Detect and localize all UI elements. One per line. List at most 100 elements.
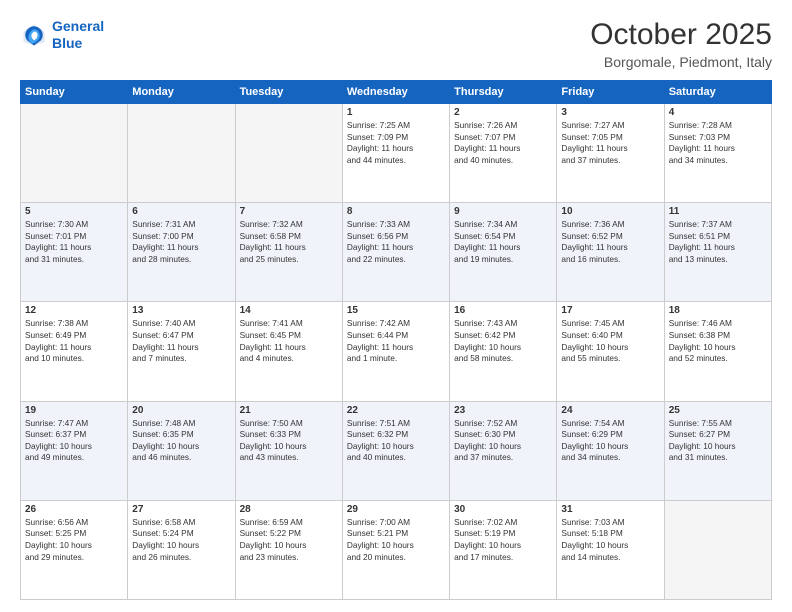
day-number: 6	[132, 206, 230, 217]
calendar-cell: 2 Sunrise: 7:26 AM Sunset: 7:07 PM Daylig…	[450, 104, 557, 203]
day-info: Sunrise: 7:36 AM Sunset: 6:52 PM Dayligh…	[561, 219, 659, 265]
day-info: Sunrise: 7:45 AM Sunset: 6:40 PM Dayligh…	[561, 318, 659, 364]
day-info: Sunrise: 7:30 AM Sunset: 7:01 PM Dayligh…	[25, 219, 123, 265]
calendar-cell: 27 Sunrise: 6:58 AM Sunset: 5:24 PM Dayli…	[128, 500, 235, 599]
day-info: Sunrise: 7:55 AM Sunset: 6:27 PM Dayligh…	[669, 418, 767, 464]
day-info: Sunrise: 7:31 AM Sunset: 7:00 PM Dayligh…	[132, 219, 230, 265]
calendar-cell: 30 Sunrise: 7:02 AM Sunset: 5:19 PM Dayli…	[450, 500, 557, 599]
calendar-cell: 12 Sunrise: 7:38 AM Sunset: 6:49 PM Dayli…	[21, 302, 128, 401]
day-info: Sunrise: 7:43 AM Sunset: 6:42 PM Dayligh…	[454, 318, 552, 364]
day-number: 22	[347, 405, 445, 416]
calendar-cell: 28 Sunrise: 6:59 AM Sunset: 5:22 PM Dayli…	[235, 500, 342, 599]
day-number: 13	[132, 305, 230, 316]
calendar-cell: 21Sunrise: 7:50 AM Sunset: 6:33 PM Dayli…	[235, 401, 342, 500]
day-number: 2	[454, 107, 552, 118]
day-info: Sunrise: 7:00 AM Sunset: 5:21 PM Dayligh…	[347, 517, 445, 563]
calendar-header-wednesday: Wednesday	[342, 81, 449, 104]
logo: General Blue	[20, 18, 104, 52]
day-number: 12	[25, 305, 123, 316]
calendar-week-row: 19 Sunrise: 7:47 AM Sunset: 6:37 PM Dayli…	[21, 401, 772, 500]
calendar-cell: 13 Sunrise: 7:40 AM Sunset: 6:47 PM Dayli…	[128, 302, 235, 401]
calendar-header-sunday: Sunday	[21, 81, 128, 104]
day-info: Sunrise: 7:47 AM Sunset: 6:37 PM Dayligh…	[25, 418, 123, 464]
day-info: Sunrise: 6:58 AM Sunset: 5:24 PM Dayligh…	[132, 517, 230, 563]
calendar-cell: 14Sunrise: 7:41 AM Sunset: 6:45 PM Dayli…	[235, 302, 342, 401]
calendar-cell: 18 Sunrise: 7:46 AM Sunset: 6:38 PM Dayli…	[664, 302, 771, 401]
calendar-cell: 25 Sunrise: 7:55 AM Sunset: 6:27 PM Dayli…	[664, 401, 771, 500]
day-number: 7	[240, 206, 338, 217]
day-number: 20	[132, 405, 230, 416]
day-number: 26	[25, 504, 123, 515]
day-info: Sunrise: 7:40 AM Sunset: 6:47 PM Dayligh…	[132, 318, 230, 364]
calendar-cell: 4 Sunrise: 7:28 AM Sunset: 7:03 PM Daylig…	[664, 104, 771, 203]
calendar-week-row: 12 Sunrise: 7:38 AM Sunset: 6:49 PM Dayli…	[21, 302, 772, 401]
calendar-cell: 16Sunrise: 7:43 AM Sunset: 6:42 PM Dayli…	[450, 302, 557, 401]
calendar-header-saturday: Saturday	[664, 81, 771, 104]
day-number: 3	[561, 107, 659, 118]
calendar-cell: 26 Sunrise: 6:56 AM Sunset: 5:25 PM Dayli…	[21, 500, 128, 599]
day-number: 30	[454, 504, 552, 515]
calendar-header-friday: Friday	[557, 81, 664, 104]
day-info: Sunrise: 7:34 AM Sunset: 6:54 PM Dayligh…	[454, 219, 552, 265]
calendar-cell: 19 Sunrise: 7:47 AM Sunset: 6:37 PM Dayli…	[21, 401, 128, 500]
day-info: Sunrise: 6:56 AM Sunset: 5:25 PM Dayligh…	[25, 517, 123, 563]
calendar-cell: 6 Sunrise: 7:31 AM Sunset: 7:00 PM Daylig…	[128, 203, 235, 302]
calendar-header-tuesday: Tuesday	[235, 81, 342, 104]
day-info: Sunrise: 7:32 AM Sunset: 6:58 PM Dayligh…	[240, 219, 338, 265]
calendar-cell: 1 Sunrise: 7:25 AM Sunset: 7:09 PM Daylig…	[342, 104, 449, 203]
header: General Blue October 2025 Borgomale, Pie…	[20, 18, 772, 70]
day-info: Sunrise: 7:27 AM Sunset: 7:05 PM Dayligh…	[561, 120, 659, 166]
day-number: 15	[347, 305, 445, 316]
calendar-cell	[21, 104, 128, 203]
day-number: 23	[454, 405, 552, 416]
logo-icon	[20, 21, 48, 49]
calendar-cell: 23 Sunrise: 7:52 AM Sunset: 6:30 PM Dayli…	[450, 401, 557, 500]
day-number: 18	[669, 305, 767, 316]
calendar-week-row: 1 Sunrise: 7:25 AM Sunset: 7:09 PM Daylig…	[21, 104, 772, 203]
day-number: 8	[347, 206, 445, 217]
location: Borgomale, Piedmont, Italy	[590, 54, 772, 70]
day-info: Sunrise: 7:54 AM Sunset: 6:29 PM Dayligh…	[561, 418, 659, 464]
calendar-header-monday: Monday	[128, 81, 235, 104]
day-info: Sunrise: 7:46 AM Sunset: 6:38 PM Dayligh…	[669, 318, 767, 364]
day-info: Sunrise: 6:59 AM Sunset: 5:22 PM Dayligh…	[240, 517, 338, 563]
day-number: 25	[669, 405, 767, 416]
day-number: 1	[347, 107, 445, 118]
day-number: 14	[240, 305, 338, 316]
day-info: Sunrise: 7:25 AM Sunset: 7:09 PM Dayligh…	[347, 120, 445, 166]
day-number: 28	[240, 504, 338, 515]
day-number: 27	[132, 504, 230, 515]
calendar-cell: 8Sunrise: 7:33 AM Sunset: 6:56 PM Daylig…	[342, 203, 449, 302]
day-info: Sunrise: 7:42 AM Sunset: 6:44 PM Dayligh…	[347, 318, 445, 364]
calendar-cell	[128, 104, 235, 203]
day-info: Sunrise: 7:38 AM Sunset: 6:49 PM Dayligh…	[25, 318, 123, 364]
day-number: 5	[25, 206, 123, 217]
day-info: Sunrise: 7:02 AM Sunset: 5:19 PM Dayligh…	[454, 517, 552, 563]
day-info: Sunrise: 7:51 AM Sunset: 6:32 PM Dayligh…	[347, 418, 445, 464]
calendar-cell	[235, 104, 342, 203]
calendar-table: SundayMondayTuesdayWednesdayThursdayFrid…	[20, 80, 772, 600]
day-info: Sunrise: 7:37 AM Sunset: 6:51 PM Dayligh…	[669, 219, 767, 265]
day-number: 24	[561, 405, 659, 416]
logo-text: General Blue	[52, 18, 104, 52]
day-number: 19	[25, 405, 123, 416]
calendar-cell: 9 Sunrise: 7:34 AM Sunset: 6:54 PM Daylig…	[450, 203, 557, 302]
day-number: 4	[669, 107, 767, 118]
calendar-cell: 3 Sunrise: 7:27 AM Sunset: 7:05 PM Daylig…	[557, 104, 664, 203]
day-info: Sunrise: 7:52 AM Sunset: 6:30 PM Dayligh…	[454, 418, 552, 464]
calendar-cell: 20Sunrise: 7:48 AM Sunset: 6:35 PM Dayli…	[128, 401, 235, 500]
calendar-week-row: 5 Sunrise: 7:30 AM Sunset: 7:01 PM Daylig…	[21, 203, 772, 302]
day-number: 9	[454, 206, 552, 217]
day-number: 11	[669, 206, 767, 217]
calendar-cell: 7 Sunrise: 7:32 AM Sunset: 6:58 PM Daylig…	[235, 203, 342, 302]
calendar-cell: 29 Sunrise: 7:00 AM Sunset: 5:21 PM Dayli…	[342, 500, 449, 599]
day-number: 29	[347, 504, 445, 515]
day-number: 31	[561, 504, 659, 515]
day-number: 17	[561, 305, 659, 316]
day-info: Sunrise: 7:03 AM Sunset: 5:18 PM Dayligh…	[561, 517, 659, 563]
calendar-cell: 31 Sunrise: 7:03 AM Sunset: 5:18 PM Dayli…	[557, 500, 664, 599]
calendar-cell: 10Sunrise: 7:36 AM Sunset: 6:52 PM Dayli…	[557, 203, 664, 302]
calendar-cell: 17 Sunrise: 7:45 AM Sunset: 6:40 PM Dayli…	[557, 302, 664, 401]
day-info: Sunrise: 7:26 AM Sunset: 7:07 PM Dayligh…	[454, 120, 552, 166]
day-info: Sunrise: 7:28 AM Sunset: 7:03 PM Dayligh…	[669, 120, 767, 166]
